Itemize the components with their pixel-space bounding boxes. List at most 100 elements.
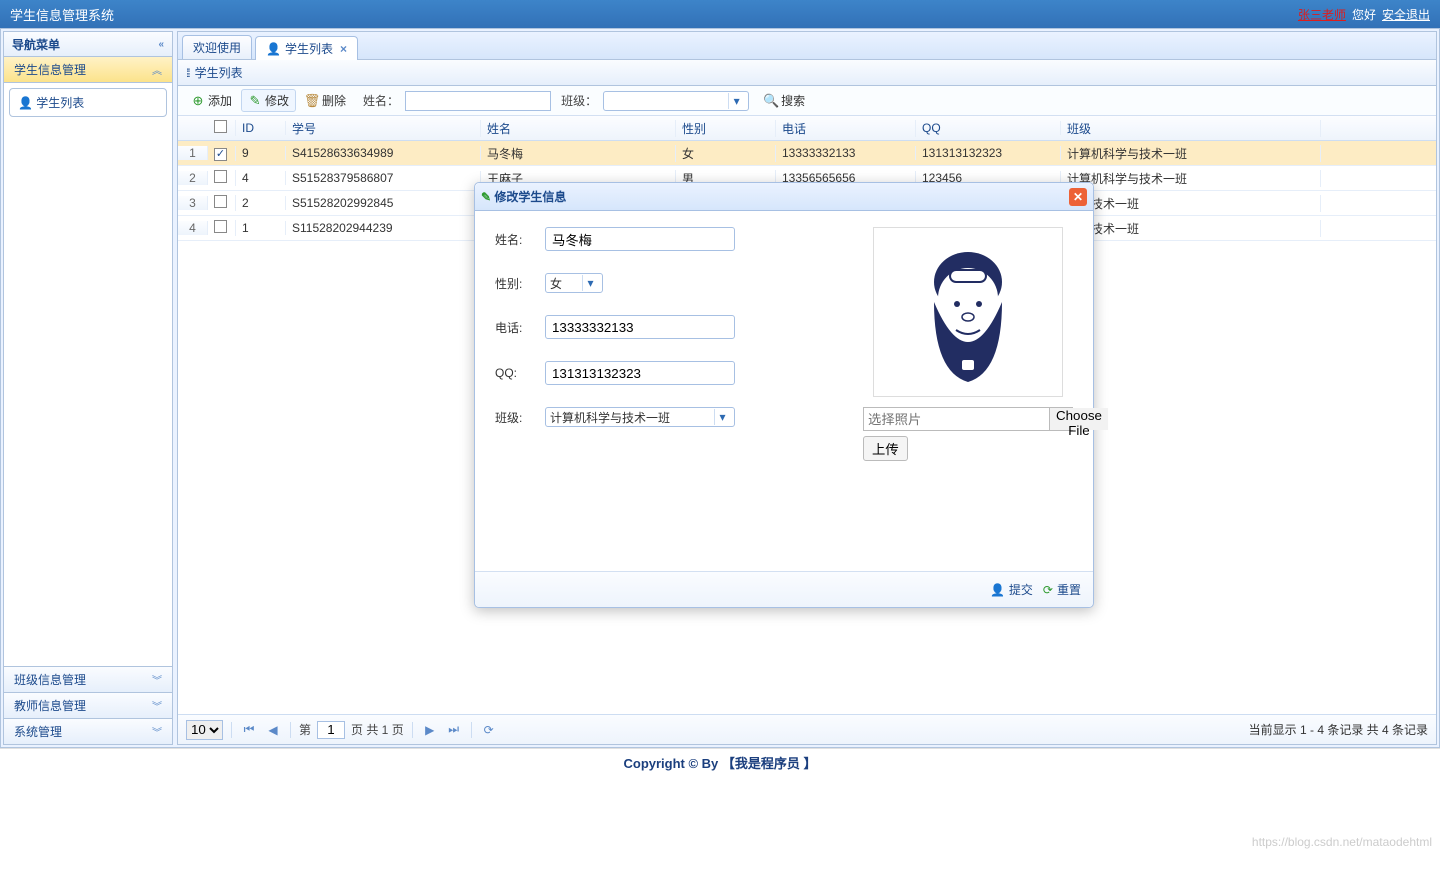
submit-button[interactable]: 👤 提交 (990, 581, 1033, 598)
person-icon: 👤 (266, 42, 281, 56)
rownum: 3 (178, 196, 208, 210)
choose-file-button[interactable]: Choose File (1049, 408, 1108, 430)
cell-class: 学与技术一班 (1061, 195, 1321, 212)
class-filter-combo[interactable]: ▾ (603, 91, 749, 111)
col-tel[interactable]: 电话 (776, 120, 916, 137)
col-qq[interactable]: QQ (916, 121, 1061, 135)
col-name[interactable]: 姓名 (481, 120, 676, 137)
app-header: 学生信息管理系统 张三老师 您好 安全退出 (0, 0, 1440, 28)
dialog-header[interactable]: ✎ 修改学生信息 ✕ (475, 183, 1093, 211)
row-check[interactable] (208, 220, 236, 236)
col-id[interactable]: ID (236, 121, 286, 135)
separator (412, 722, 413, 738)
cell-class: 学与技术一班 (1061, 220, 1321, 237)
page-input[interactable] (317, 721, 345, 739)
qq-input[interactable] (545, 361, 735, 385)
cell-sno: S11528202944239 (286, 221, 481, 235)
chevron-down-icon: ▾ (582, 275, 598, 291)
name-input[interactable] (545, 227, 735, 251)
sidebar-section-teachers[interactable]: 教师信息管理 ︾ (3, 693, 173, 719)
chevron-down-icon: ︾ (152, 672, 162, 687)
person-icon: 👤 (990, 583, 1005, 597)
close-icon[interactable]: × (340, 42, 347, 56)
sidebar-section-label: 学生信息管理 (14, 61, 86, 78)
pencil-icon: ✎ (248, 94, 262, 108)
pencil-icon: ✎ (481, 190, 491, 204)
drag-icon: ⁞⁞ (186, 66, 189, 80)
sidebar-section-system[interactable]: 系统管理 ︾ (3, 719, 173, 745)
subtitle-label: 学生列表 (195, 64, 243, 81)
current-user[interactable]: 张三老师 (1298, 6, 1346, 23)
pager-left: 10 ⏮ ◀ 第 页 共 1 页 ▶ ⏭ ⟳ (186, 720, 498, 740)
sidebar-section-students[interactable]: 学生信息管理 ︽ (3, 57, 173, 83)
last-page-button[interactable]: ⏭ (445, 721, 463, 739)
col-class[interactable]: 班级 (1061, 120, 1321, 137)
page-size-select[interactable]: 10 (186, 720, 223, 740)
app-title: 学生信息管理系统 (10, 5, 114, 24)
panel-subtitle: ⁞⁞ 学生列表 (178, 60, 1436, 86)
photo-preview (873, 227, 1063, 397)
row-check[interactable] (208, 195, 236, 211)
file-path-input[interactable] (864, 408, 1049, 430)
next-page-button[interactable]: ▶ (421, 721, 439, 739)
delete-button[interactable]: 🗑 删除 (298, 89, 353, 112)
cell-sno: S51528202992845 (286, 196, 481, 210)
btn-label: 删除 (322, 92, 346, 109)
dialog-close-button[interactable]: ✕ (1069, 188, 1087, 206)
sidebar-section-classes[interactable]: 班级信息管理 ︾ (3, 667, 173, 693)
checkbox-icon (214, 148, 227, 161)
tel-label: 电话: (495, 319, 545, 336)
trash-icon: 🗑 (305, 94, 319, 108)
dialog-title: 修改学生信息 (494, 190, 566, 204)
refresh-icon: ⟳ (1043, 583, 1053, 597)
tab-welcome[interactable]: 欢迎使用 (182, 35, 252, 59)
sidebar-title: 导航菜单 « (3, 31, 173, 57)
refresh-button[interactable]: ⟳ (480, 721, 498, 739)
edit-button[interactable]: ✎ 修改 (241, 89, 296, 112)
col-sno[interactable]: 学号 (286, 120, 481, 137)
cell-name: 马冬梅 (481, 145, 676, 162)
sidebar-section-label: 教师信息管理 (14, 697, 86, 714)
name-filter-input[interactable] (405, 91, 551, 111)
tab-student-list[interactable]: 👤 学生列表 × (255, 36, 358, 60)
class-label: 班级： (561, 92, 597, 109)
col-sex[interactable]: 性别 (676, 120, 776, 137)
person-icon: 👤 (18, 96, 33, 110)
class-select[interactable]: 计算机科学与技术一班 ▾ (545, 407, 735, 427)
checkall-cell[interactable] (208, 120, 236, 136)
row-check[interactable] (208, 146, 236, 161)
qq-label: QQ: (495, 366, 545, 380)
nav-student-list[interactable]: 👤 学生列表 (9, 88, 167, 117)
photo-column: Choose File 上传 (863, 227, 1073, 555)
edit-dialog: ✎ 修改学生信息 ✕ 姓名: 性别: 女 ▾ (474, 182, 1094, 608)
search-button[interactable]: 🔍 搜索 (757, 89, 812, 112)
cell-qq: 131313132323 (916, 146, 1061, 160)
logout-link[interactable]: 安全退出 (1382, 6, 1430, 23)
first-page-button[interactable]: ⏮ (240, 721, 258, 739)
cell-class: 计算机科学与技术一班 (1061, 145, 1321, 162)
combo-text: 女 (550, 275, 562, 292)
btn-label: 重置 (1057, 581, 1081, 598)
sex-select[interactable]: 女 ▾ (545, 273, 603, 293)
prev-page-button[interactable]: ◀ (264, 721, 282, 739)
sidebar-section-label: 系统管理 (14, 723, 62, 740)
cell-id: 4 (236, 171, 286, 185)
toolbar: ⊕ 添加 ✎ 修改 🗑 删除 姓名： 班级： ▾ 🔍 搜索 (178, 86, 1436, 116)
separator (290, 722, 291, 738)
cell-tel: 13333332133 (776, 146, 916, 160)
table-row[interactable]: 19S41528633634989马冬梅女1333333213313131313… (178, 141, 1436, 166)
tab-label: 欢迎使用 (193, 39, 241, 56)
name-label: 姓名: (495, 231, 545, 248)
btn-label: 添加 (208, 92, 232, 109)
add-button[interactable]: ⊕ 添加 (184, 89, 239, 112)
tel-input[interactable] (545, 315, 735, 339)
collapse-icon[interactable]: « (158, 39, 164, 50)
upload-button[interactable]: 上传 (863, 436, 908, 461)
row-check[interactable] (208, 170, 236, 186)
chevron-up-icon: ︽ (152, 62, 162, 77)
cell-sex: 女 (676, 145, 776, 162)
plus-icon: ⊕ (191, 94, 205, 108)
sidebar-title-label: 导航菜单 (12, 36, 60, 53)
reset-button[interactable]: ⟳ 重置 (1043, 581, 1081, 598)
hello-text: 您好 (1352, 6, 1376, 23)
